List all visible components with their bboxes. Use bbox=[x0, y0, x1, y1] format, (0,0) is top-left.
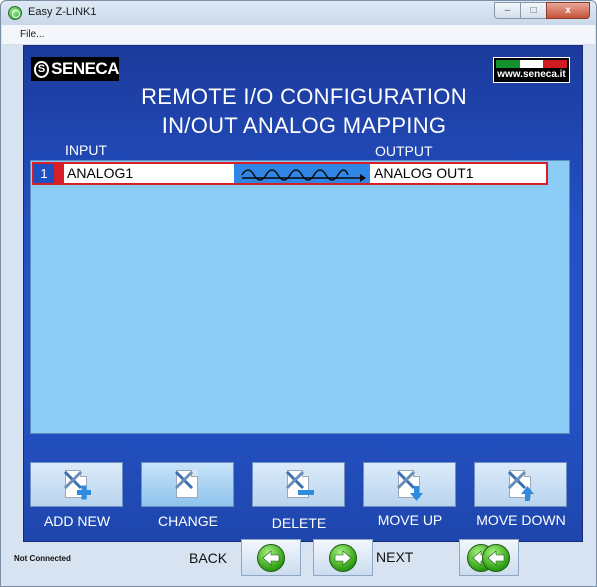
italy-flag-badge: www.seneca.it bbox=[493, 57, 570, 83]
move-down-button[interactable] bbox=[474, 462, 567, 507]
home-back-button[interactable] bbox=[459, 539, 519, 576]
double-arrow-left-icon bbox=[467, 543, 511, 573]
menu-bar: File... bbox=[2, 25, 595, 45]
title-bar[interactable]: Easy Z-LINK1 – □ x bbox=[1, 1, 596, 25]
maximize-button[interactable]: □ bbox=[520, 2, 547, 19]
app-icon bbox=[8, 6, 22, 20]
window-controls: – □ x bbox=[494, 2, 590, 19]
next-label: NEXT bbox=[376, 549, 414, 565]
connection-status: Not Connected bbox=[14, 554, 71, 563]
add-new-label: ADD NEW bbox=[43, 513, 111, 529]
output-column-label: OUTPUT bbox=[375, 143, 433, 159]
page-title-line2: IN/OUT ANALOG MAPPING bbox=[161, 113, 447, 138]
arrow-right-icon bbox=[329, 543, 357, 572]
move-up-button[interactable] bbox=[363, 462, 456, 507]
analog-wave-arrow-icon bbox=[234, 164, 370, 183]
arrow-left-icon bbox=[257, 543, 285, 572]
mapping-list[interactable]: 1 ANALOG1 ANALOG OUT1 bbox=[30, 160, 570, 434]
main-panel: S SENECA www.seneca.it REMOTE I/O CONFIG… bbox=[23, 45, 583, 542]
seneca-logo: S SENECA bbox=[31, 57, 119, 81]
change-label: CHANGE bbox=[158, 513, 218, 529]
next-button[interactable] bbox=[313, 539, 373, 576]
change-button[interactable] bbox=[141, 462, 234, 507]
minimize-button[interactable]: – bbox=[494, 2, 521, 19]
seneca-logo-icon: S bbox=[34, 60, 50, 78]
back-label: BACK bbox=[189, 550, 228, 566]
delete-label: DELETE bbox=[271, 515, 327, 531]
mapping-index: 1 bbox=[34, 164, 54, 183]
menu-file[interactable]: File... bbox=[20, 29, 44, 40]
mapping-input: ANALOG1 bbox=[64, 164, 234, 183]
seneca-logo-text: SENECA bbox=[51, 59, 119, 78]
back-button[interactable] bbox=[241, 539, 301, 576]
input-column-label: INPUT bbox=[65, 142, 107, 158]
add-new-button[interactable] bbox=[30, 462, 123, 507]
tools-plus-icon bbox=[63, 469, 91, 500]
window-title: Easy Z-LINK1 bbox=[28, 6, 97, 18]
site-url: www.seneca.it bbox=[497, 69, 566, 80]
move-up-label: MOVE UP bbox=[377, 512, 443, 528]
close-button[interactable]: x bbox=[546, 2, 590, 19]
move-down-label: MOVE DOWN bbox=[476, 512, 566, 528]
mapping-output: ANALOG OUT1 bbox=[370, 164, 546, 183]
tools-icon bbox=[174, 469, 200, 500]
app-window: Easy Z-LINK1 – □ x File... S SENECA www.… bbox=[0, 0, 597, 587]
delete-button[interactable] bbox=[252, 462, 345, 507]
tools-arrow-up-icon bbox=[507, 469, 534, 501]
selection-marker bbox=[54, 164, 64, 183]
mapping-row-selected[interactable]: 1 ANALOG1 ANALOG OUT1 bbox=[32, 162, 548, 185]
flag-stripes-icon bbox=[496, 60, 568, 68]
tools-minus-icon bbox=[285, 469, 314, 500]
page-title-line1: REMOTE I/O CONFIGURATION bbox=[141, 84, 467, 109]
tools-arrow-down-icon bbox=[396, 469, 423, 501]
